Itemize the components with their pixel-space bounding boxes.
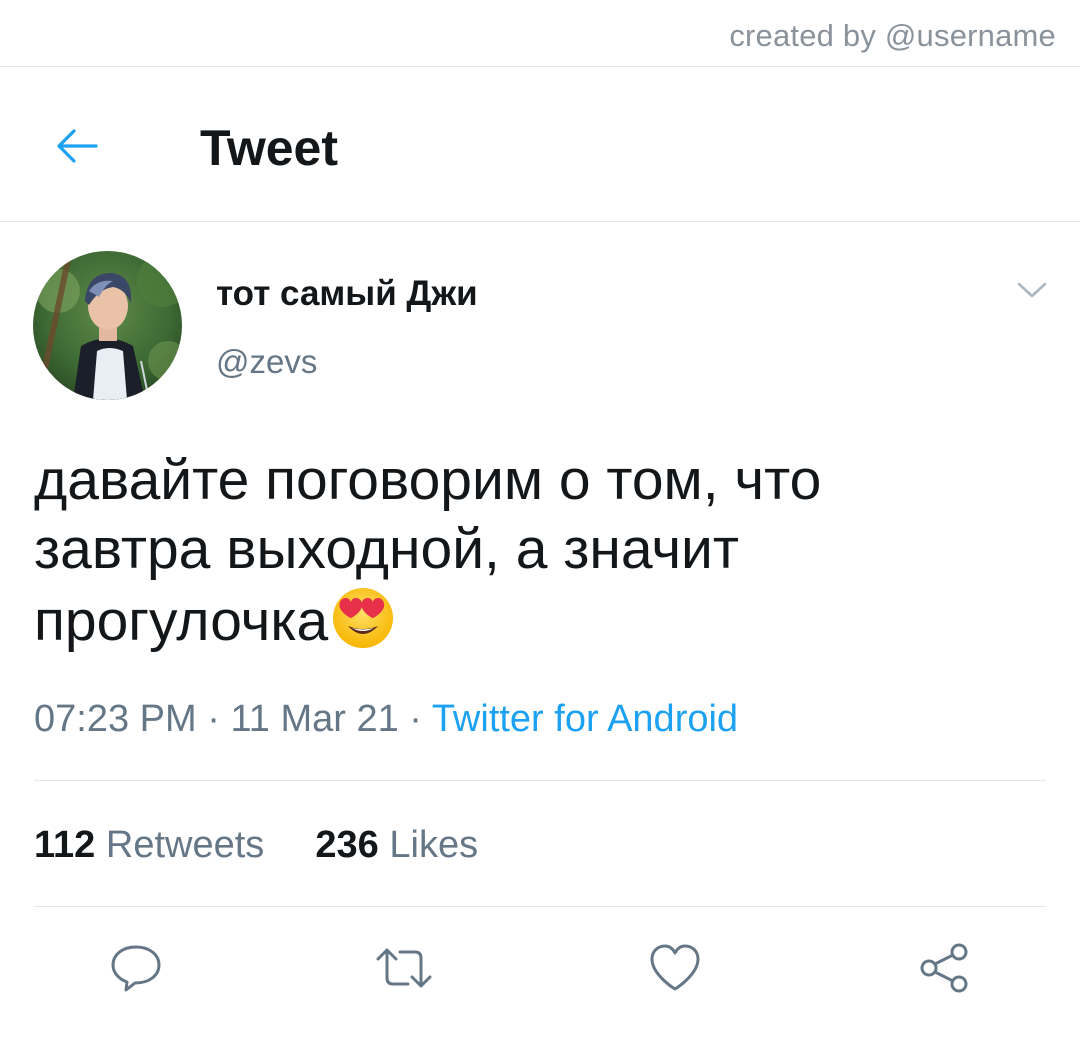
heart-eyes-emoji-icon — [330, 584, 396, 666]
meta-separator: · — [196, 698, 231, 740]
watermark-text: created by @username — [729, 18, 1056, 53]
retweet-icon — [374, 944, 434, 997]
tweet-text: давайте поговорим о том, что завтра выхо… — [34, 446, 1044, 666]
likes-stat[interactable]: 236 Likes — [315, 820, 478, 870]
author-handle[interactable]: @zevs — [216, 340, 317, 384]
tweet-meta: 07:23 PM · 11 Mar 21 · Twitter for Andro… — [34, 694, 738, 744]
page-title: Tweet — [200, 120, 338, 176]
tweet-date: 11 Mar 21 — [230, 698, 399, 740]
tweet-text-line: прогулочка — [34, 589, 329, 653]
retweets-stat[interactable]: 112 Retweets — [34, 820, 264, 870]
likes-label: Likes — [389, 824, 479, 866]
author-display-name[interactable]: тот самый Джи — [216, 272, 478, 316]
header-divider — [0, 221, 1080, 222]
retweets-count: 112 — [34, 824, 96, 866]
reply-button[interactable] — [104, 938, 168, 1002]
back-button[interactable] — [46, 118, 106, 178]
chevron-down-icon — [1016, 280, 1048, 305]
like-icon — [647, 942, 703, 999]
meta-separator: · — [398, 698, 432, 740]
avatar[interactable] — [33, 251, 182, 400]
share-icon — [916, 940, 972, 1001]
share-button[interactable] — [912, 938, 976, 1002]
like-button[interactable] — [643, 938, 707, 1002]
retweets-label: Retweets — [105, 824, 265, 866]
tweet-time: 07:23 PM — [34, 698, 197, 740]
stats-divider — [34, 906, 1046, 907]
tweet-text-line: завтра выходной, а значит — [34, 517, 739, 581]
likes-count: 236 — [315, 824, 379, 866]
tweet-stats: 112 Retweets 236 Likes — [34, 820, 478, 870]
more-options-button[interactable] — [1010, 272, 1054, 312]
retweet-button[interactable] — [372, 938, 436, 1002]
arrow-left-icon — [52, 126, 100, 171]
top-divider — [0, 66, 1080, 67]
reply-icon — [108, 942, 164, 999]
tweet-source-link[interactable]: Twitter for Android — [432, 698, 738, 740]
tweet-text-line: давайте поговорим о том, что — [34, 448, 822, 512]
meta-divider — [34, 780, 1046, 781]
